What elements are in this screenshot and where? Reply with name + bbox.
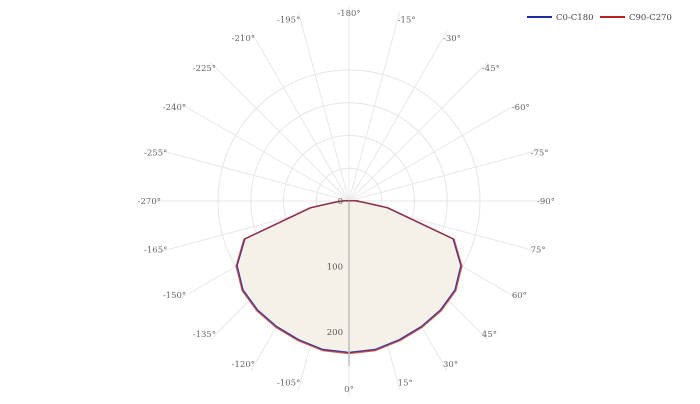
angle-tick-label: -90° — [537, 197, 555, 207]
angle-tick-label: -255° — [144, 148, 167, 158]
angle-tick-label: -15° — [398, 15, 416, 25]
polar-chart: 0 100 200 0° 15° 30° 45° 60° 75° -90° -75° -60° -45… — [138, 5, 672, 397]
radial-tick-label: 0 — [338, 197, 343, 207]
angle-tick-label: -180° — [337, 9, 360, 19]
spoke-line — [297, 11, 350, 202]
spoke-line — [179, 102, 350, 202]
angle-tick-label: 60° — [512, 291, 527, 301]
radial-tick-label: 200 — [327, 328, 343, 338]
legend-label: C0-C180 — [556, 13, 594, 23]
angle-tick-label: -60° — [512, 103, 530, 113]
angle-tick-label: 75° — [531, 246, 546, 256]
legend-label: C90-C270 — [629, 13, 672, 23]
angle-tick-label: -45° — [482, 64, 500, 74]
angle-tick-label: -195° — [277, 15, 300, 25]
angle-tick-label: 30° — [443, 360, 458, 370]
angle-tick-label: -165° — [144, 246, 167, 256]
angle-tick-label: -75° — [531, 148, 549, 158]
spoke-line — [348, 149, 539, 202]
angle-tick-label: 0° — [344, 385, 354, 395]
angle-tick-label: -225° — [193, 64, 216, 74]
radial-tick-label: 100 — [327, 263, 343, 273]
legend: C0-C180 C90-C270 — [527, 13, 672, 23]
angle-tick-label: 15° — [398, 379, 413, 389]
angle-tick-label: -105° — [277, 379, 300, 389]
angle-tick-label: -135° — [193, 330, 216, 340]
angle-tick-label: -30° — [443, 34, 461, 44]
spoke-line — [210, 62, 350, 202]
spoke-line — [348, 102, 519, 202]
spoke-line — [348, 62, 488, 202]
spoke-line — [250, 31, 350, 202]
angle-tick-label: -240° — [163, 103, 186, 113]
angle-tick-label: -270° — [138, 197, 161, 207]
angle-tick-label: -150° — [163, 291, 186, 301]
spoke-line — [348, 11, 401, 202]
spoke-line — [159, 149, 350, 202]
angle-tick-label: -120° — [232, 360, 255, 370]
angle-tick-label: 45° — [482, 330, 497, 340]
spoke-line — [348, 31, 448, 202]
angle-tick-label: -210° — [232, 34, 255, 44]
